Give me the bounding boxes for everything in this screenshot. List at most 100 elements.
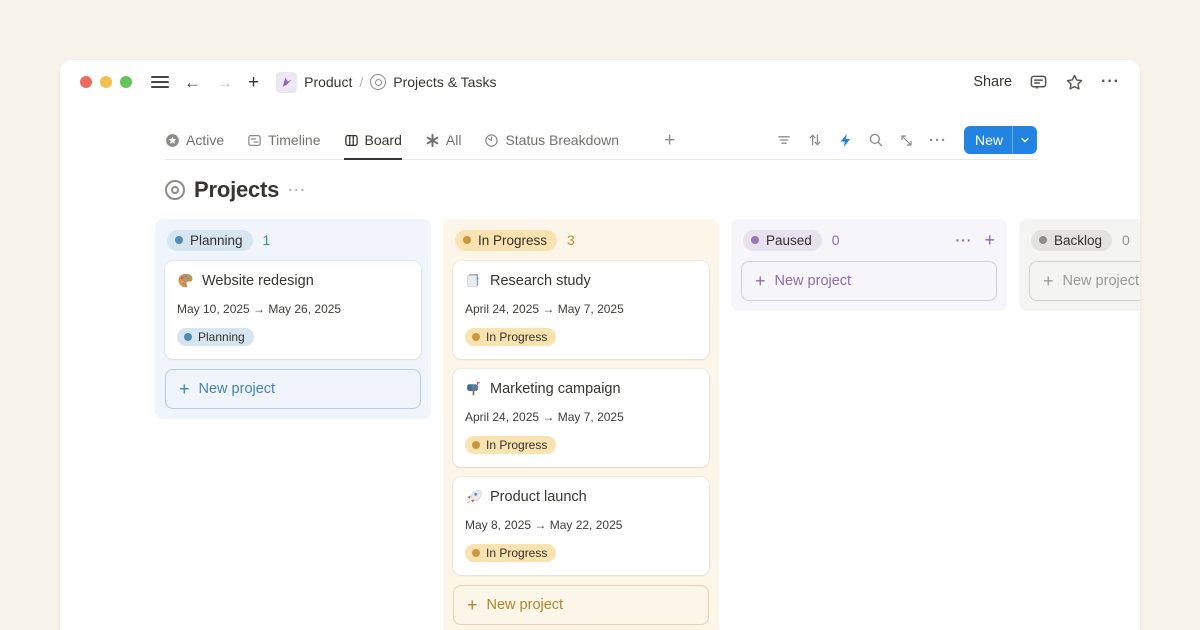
title-more-icon[interactable]: ··· (288, 182, 306, 199)
page-title-row: Projects ··· (165, 177, 1037, 203)
column-actions: ··· + (955, 231, 995, 249)
project-card[interactable]: Research study April 24, 2025 → May 7, 2… (453, 261, 709, 359)
card-status: Planning (177, 328, 409, 346)
traffic-lights (80, 76, 132, 88)
project-card[interactable]: Marketing campaign April 24, 2025 → May … (453, 369, 709, 467)
target-icon (370, 74, 386, 90)
favorite-star-icon[interactable] (1065, 73, 1084, 92)
add-view-icon[interactable]: + (664, 131, 675, 150)
status-dot (472, 333, 480, 341)
status-pill-backlog[interactable]: Backlog (1031, 230, 1112, 251)
tab-timeline[interactable]: Timeline (247, 121, 320, 159)
card-status: In Progress (465, 328, 697, 346)
back-icon[interactable]: ← (184, 74, 201, 91)
status-dot (472, 549, 480, 557)
new-project-button[interactable]: + New project (1029, 261, 1140, 301)
column-count: 3 (567, 232, 575, 248)
card-dates: May 8, 2025 → May 22, 2025 (465, 518, 697, 532)
view-tabs-row: Active Timeline Board All (165, 121, 1037, 160)
card-title-row: Website redesign (177, 272, 409, 289)
top-bar: ← → + Product / Projects & Tasks Share (60, 60, 1140, 104)
close-window-button[interactable] (80, 76, 92, 88)
comments-icon[interactable] (1029, 73, 1048, 92)
column-count: 0 (1122, 232, 1130, 248)
column-in-progress: In Progress 3 Research study April 24, 2… (443, 219, 719, 630)
zoom-window-button[interactable] (120, 76, 132, 88)
clock-icon (484, 133, 499, 148)
column-header: Planning 1 (165, 227, 421, 253)
column-count: 1 (263, 232, 271, 248)
status-dot (472, 441, 480, 449)
tab-all[interactable]: All (425, 121, 462, 159)
forward-icon: → (216, 74, 233, 91)
expand-icon[interactable] (899, 133, 914, 148)
column-add-icon[interactable]: + (984, 231, 995, 249)
share-button[interactable]: Share (973, 74, 1012, 90)
view-more-icon[interactable]: ··· (929, 132, 947, 149)
card-dates: April 24, 2025 → May 7, 2025 (465, 302, 697, 316)
status-dot (184, 333, 192, 341)
column-planning: Planning 1 Website redesign May 10, 2025… (155, 219, 431, 419)
new-page-icon[interactable]: + (248, 73, 259, 92)
card-dates: April 24, 2025 → May 7, 2025 (465, 410, 697, 424)
minimize-window-button[interactable] (100, 76, 112, 88)
project-card[interactable]: Product launch May 8, 2025 → May 22, 202… (453, 477, 709, 575)
breadcrumb-workspace[interactable]: Product (304, 74, 352, 90)
filter-icon[interactable] (776, 132, 792, 148)
column-backlog: Backlog 0 + New project (1019, 219, 1140, 311)
topbar-actions: Share ··· (973, 73, 1120, 92)
status-dot (751, 236, 759, 244)
chevron-down-icon[interactable] (1012, 126, 1037, 154)
rocket-icon (465, 488, 482, 505)
new-project-button[interactable]: + New project (165, 369, 421, 409)
asterisk-icon (425, 133, 440, 148)
breadcrumb-separator: / (359, 74, 363, 90)
column-count: 0 (832, 232, 840, 248)
card-dates: May 10, 2025 → May 26, 2025 (177, 302, 409, 316)
sidebar-toggle-icon[interactable] (151, 76, 169, 88)
tab-active[interactable]: Active (165, 121, 224, 159)
sort-icon[interactable] (807, 132, 823, 148)
more-options-icon[interactable]: ··· (1101, 74, 1120, 90)
breadcrumb-page[interactable]: Projects & Tasks (393, 74, 496, 90)
column-paused: Paused 0 ··· + + New project (731, 219, 1007, 311)
status-pill-planning[interactable]: Planning (167, 230, 253, 251)
timeline-view-icon (247, 133, 262, 148)
column-header: Backlog 0 (1029, 227, 1140, 253)
plus-icon: + (179, 380, 190, 398)
page-title: Projects (194, 177, 279, 203)
search-icon[interactable] (868, 132, 884, 148)
automation-bolt-icon[interactable] (838, 133, 853, 148)
card-title-row: Research study (465, 272, 697, 289)
view-toolbar: ··· New (776, 126, 1037, 154)
kanban-board: Planning 1 Website redesign May 10, 2025… (60, 219, 1140, 630)
palette-icon (177, 272, 194, 289)
bookmark-tabs-icon (465, 272, 482, 289)
card-title-row: Product launch (465, 488, 697, 505)
mailbox-icon (465, 380, 482, 397)
status-pill-paused[interactable]: Paused (743, 230, 822, 251)
workspace-logo-icon[interactable] (276, 72, 297, 93)
new-button[interactable]: New (964, 126, 1037, 154)
status-dot (1039, 236, 1047, 244)
app-window: ← → + Product / Projects & Tasks Share (60, 60, 1140, 630)
card-status: In Progress (465, 544, 697, 562)
column-header: Paused 0 ··· + (741, 227, 997, 253)
column-more-icon[interactable]: ··· (955, 233, 972, 247)
status-dot (463, 236, 471, 244)
star-circle-icon (165, 133, 180, 148)
plus-icon: + (755, 272, 766, 290)
tab-status-breakdown[interactable]: Status Breakdown (484, 121, 619, 159)
plus-icon: + (467, 596, 478, 614)
status-dot (175, 236, 183, 244)
tab-board[interactable]: Board (344, 121, 402, 159)
project-card[interactable]: Website redesign May 10, 2025 → May 26, … (165, 261, 421, 359)
new-project-button[interactable]: + New project (453, 585, 709, 625)
breadcrumb: Product / Projects & Tasks (276, 72, 496, 93)
new-project-button[interactable]: + New project (741, 261, 997, 301)
column-header: In Progress 3 (453, 227, 709, 253)
status-pill-in-progress[interactable]: In Progress (455, 230, 557, 251)
plus-icon: + (1043, 272, 1054, 290)
target-icon (165, 180, 185, 200)
card-title-row: Marketing campaign (465, 380, 697, 397)
